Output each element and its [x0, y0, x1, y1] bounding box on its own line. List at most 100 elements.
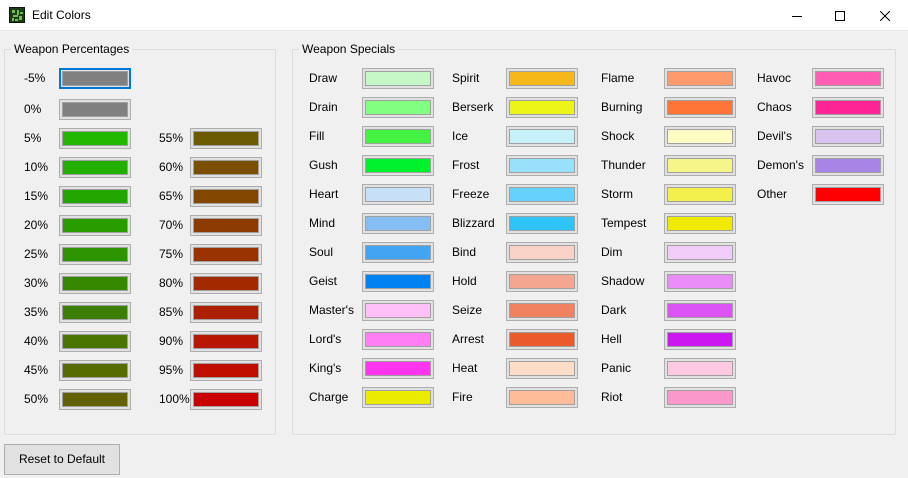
color-swatch-shadow[interactable] [664, 271, 736, 292]
color-swatch-60pct[interactable] [190, 157, 262, 178]
color-swatch-seize[interactable] [506, 300, 578, 321]
color-swatch-hell[interactable] [664, 329, 736, 350]
color-fill-hell [667, 332, 733, 347]
color-swatch-shock[interactable] [664, 126, 736, 147]
color-swatch-tempest[interactable] [664, 213, 736, 234]
color-swatch-blizzard[interactable] [506, 213, 578, 234]
color-swatch-65pct[interactable] [190, 186, 262, 207]
minimize-button[interactable] [774, 0, 820, 31]
color-swatch-100pct[interactable] [190, 389, 262, 410]
label-fire: Fire [452, 390, 473, 404]
color-swatch-draw[interactable] [362, 68, 434, 89]
color-swatch-chaos[interactable] [812, 97, 884, 118]
color-swatch-thunder[interactable] [664, 155, 736, 176]
color-fill-frost [509, 158, 575, 173]
color-fill-riot [667, 390, 733, 405]
reset-to-default-button[interactable]: Reset to Default [4, 444, 120, 475]
color-fill-35pct [62, 305, 128, 320]
label-hold: Hold [452, 274, 477, 288]
color-swatch-0pct[interactable] [59, 99, 131, 120]
label-35pct: 35% [24, 305, 49, 319]
color-fill-mind [365, 216, 431, 231]
color-swatch-fire[interactable] [506, 387, 578, 408]
label-shadow: Shadow [601, 274, 645, 288]
color-swatch-havoc[interactable] [812, 68, 884, 89]
color-swatch-heat[interactable] [506, 358, 578, 379]
color-fill-lords [365, 332, 431, 347]
color-swatch-dim[interactable] [664, 242, 736, 263]
color-swatch-95pct[interactable] [190, 360, 262, 381]
color-swatch-90pct[interactable] [190, 331, 262, 352]
color-fill-hold [509, 274, 575, 289]
color-swatch-85pct[interactable] [190, 302, 262, 323]
color-swatch-spirit[interactable] [506, 68, 578, 89]
color-swatch-35pct[interactable] [59, 302, 131, 323]
color-swatch-berserk[interactable] [506, 97, 578, 118]
color-swatch-arrest[interactable] [506, 329, 578, 350]
color-swatch-5pct[interactable] [59, 68, 131, 89]
color-swatch-flame[interactable] [664, 68, 736, 89]
color-swatch-40pct[interactable] [59, 331, 131, 352]
color-swatch-freeze[interactable] [506, 184, 578, 205]
color-fill-0pct [62, 102, 128, 117]
color-swatch-masters[interactable] [362, 300, 434, 321]
color-swatch-ice[interactable] [506, 126, 578, 147]
color-swatch-25pct[interactable] [59, 244, 131, 265]
color-swatch-heart[interactable] [362, 184, 434, 205]
color-swatch-dark[interactable] [664, 300, 736, 321]
color-swatch-75pct[interactable] [190, 244, 262, 265]
color-swatch-lords[interactable] [362, 329, 434, 350]
color-swatch-panic[interactable] [664, 358, 736, 379]
color-swatch-fill[interactable] [362, 126, 434, 147]
color-swatch-bind[interactable] [506, 242, 578, 263]
maximize-button[interactable] [817, 0, 863, 31]
color-swatch-hold[interactable] [506, 271, 578, 292]
color-swatch-kings[interactable] [362, 358, 434, 379]
label-fill: Fill [309, 129, 325, 143]
color-swatch-70pct[interactable] [190, 215, 262, 236]
color-swatch-50pct[interactable] [59, 389, 131, 410]
color-fill-heat [509, 361, 575, 376]
color-swatch-burning[interactable] [664, 97, 736, 118]
color-swatch-other[interactable] [812, 184, 884, 205]
color-swatch-15pct[interactable] [59, 186, 131, 207]
label-5pct: -5% [24, 71, 46, 85]
color-swatch-45pct[interactable] [59, 360, 131, 381]
color-fill-15pct [62, 189, 128, 204]
color-swatch-gush[interactable] [362, 155, 434, 176]
label-other: Other [757, 187, 788, 201]
color-swatch-30pct[interactable] [59, 273, 131, 294]
color-swatch-20pct[interactable] [59, 215, 131, 236]
color-swatch-drain[interactable] [362, 97, 434, 118]
color-fill-65pct [193, 189, 259, 204]
color-swatch-devils[interactable] [812, 126, 884, 147]
color-swatch-80pct[interactable] [190, 273, 262, 294]
color-swatch-soul[interactable] [362, 242, 434, 263]
label-lords: Lord's [309, 332, 342, 346]
label-havoc: Havoc [757, 71, 792, 85]
label-heart: Heart [309, 187, 339, 201]
color-swatch-5pct[interactable] [59, 128, 131, 149]
color-fill-havoc [815, 71, 881, 86]
color-swatch-demons[interactable] [812, 155, 884, 176]
color-fill-storm [667, 187, 733, 202]
color-fill-devils [815, 129, 881, 144]
color-fill-chaos [815, 100, 881, 115]
color-swatch-55pct[interactable] [190, 128, 262, 149]
color-fill-panic [667, 361, 733, 376]
label-masters: Master's [309, 303, 354, 317]
color-fill-shock [667, 129, 733, 144]
close-button[interactable] [862, 0, 908, 31]
color-fill-seize [509, 303, 575, 318]
color-fill-drain [365, 100, 431, 115]
color-swatch-geist[interactable] [362, 271, 434, 292]
color-swatch-mind[interactable] [362, 213, 434, 234]
label-heat: Heat [452, 361, 478, 375]
label-80pct: 80% [159, 276, 184, 290]
color-swatch-storm[interactable] [664, 184, 736, 205]
color-swatch-charge[interactable] [362, 387, 434, 408]
color-swatch-frost[interactable] [506, 155, 578, 176]
color-swatch-10pct[interactable] [59, 157, 131, 178]
label-blizzard: Blizzard [452, 216, 495, 230]
color-swatch-riot[interactable] [664, 387, 736, 408]
